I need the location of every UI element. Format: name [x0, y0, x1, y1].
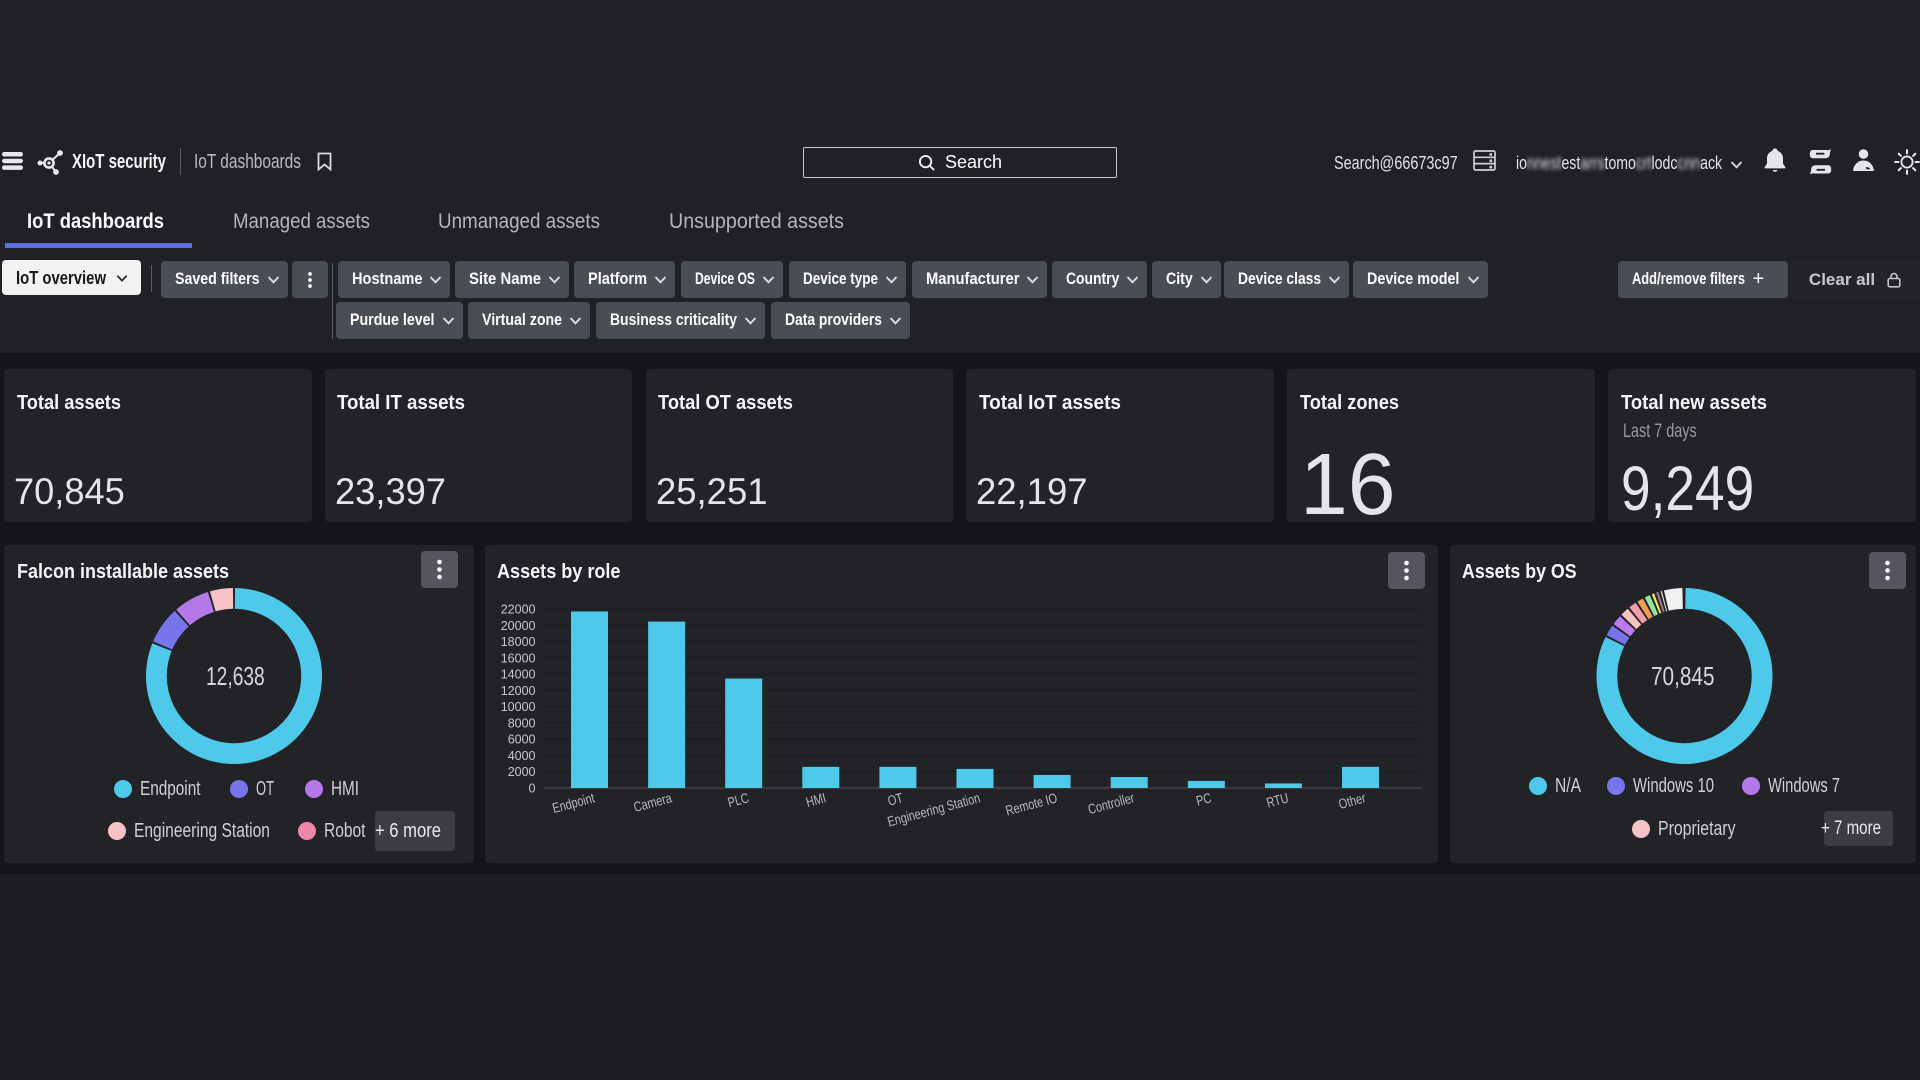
svg-text:6000: 6000 — [507, 733, 535, 747]
svg-text:14000: 14000 — [500, 668, 535, 682]
svg-text:Other: Other — [1336, 789, 1367, 812]
svg-text:Endpoint: Endpoint — [550, 789, 596, 816]
svg-text:20000: 20000 — [500, 619, 535, 633]
svg-text:10000: 10000 — [500, 700, 535, 714]
svg-text:Remote IO: Remote IO — [1003, 789, 1058, 818]
svg-text:16000: 16000 — [500, 651, 535, 665]
svg-text:Camera: Camera — [631, 789, 673, 815]
svg-text:Controller: Controller — [1086, 789, 1136, 817]
svg-text:12000: 12000 — [500, 684, 535, 698]
svg-text:8000: 8000 — [507, 716, 535, 730]
svg-text:22000: 22000 — [500, 603, 535, 617]
svg-text:PLC: PLC — [725, 789, 750, 810]
svg-text:HMI: HMI — [804, 789, 827, 810]
svg-text:2000: 2000 — [507, 765, 535, 779]
svg-text:OT: OT — [885, 789, 904, 808]
svg-text:4000: 4000 — [507, 749, 535, 763]
svg-text:0: 0 — [528, 782, 535, 796]
svg-text:18000: 18000 — [500, 635, 535, 649]
svg-text:PC: PC — [1194, 789, 1213, 808]
svg-text:RTU: RTU — [1264, 789, 1290, 810]
